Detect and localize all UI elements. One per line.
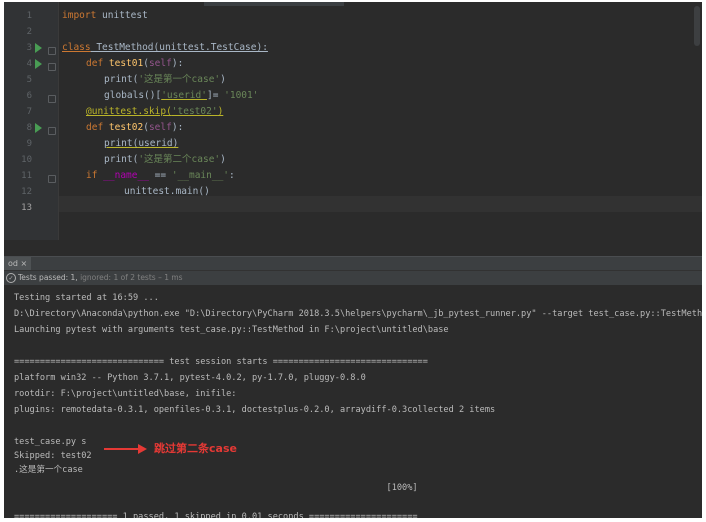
string-literal: '__main__': [171, 170, 230, 181]
run-tab-bar: od ×: [4, 256, 702, 271]
code-line-8: def test02(self):: [86, 120, 183, 136]
console-line: test_case.py s: [14, 437, 87, 447]
code-line-9: print(userid): [104, 136, 178, 152]
keyword: def: [86, 122, 104, 133]
test-status-text: Tests passed: 1, ignored: 1 of 2 tests –…: [18, 271, 183, 285]
console-line: plugins: remotedata-0.3.1, openfiles-0.3…: [14, 405, 496, 415]
console-line: ============================= test sessi…: [14, 357, 428, 367]
line-number: 2: [26, 27, 32, 37]
self-token: self: [148, 122, 172, 133]
console-line: Testing started at 16:59 ...: [14, 293, 159, 303]
run-tab[interactable]: od ×: [4, 257, 32, 271]
keyword: if: [86, 170, 98, 181]
run-test01-icon[interactable]: [35, 59, 42, 69]
keyword: class: [62, 42, 91, 53]
code-token: print(userid): [104, 138, 179, 149]
string-literal: '这是第二个case': [138, 154, 221, 165]
console-line: ==================== 1 passed, 1 skipped…: [14, 512, 418, 518]
function-name: test02: [103, 122, 144, 133]
code-token: print(: [104, 154, 139, 165]
console-line: [100%]: [14, 483, 418, 493]
editor-tab-strip: [204, 2, 344, 6]
line-number: 8: [26, 123, 32, 133]
console-line: Skipped: test02: [14, 451, 92, 461]
code-token: ):: [171, 122, 184, 133]
code-line-3: class TestMethod(unittest.TestCase):: [62, 40, 268, 56]
console-line: rootdir: F:\project\untitled\base, inifi…: [14, 389, 237, 399]
code-token: ):: [171, 58, 184, 69]
check-circle-icon: ✓: [6, 273, 16, 283]
code-token: ): [220, 154, 226, 165]
annotation-arrowhead: [138, 444, 147, 454]
code-token: print(: [104, 74, 139, 85]
fold-icon[interactable]: [48, 47, 56, 55]
code-line-6: globals()['userid']= '1001': [104, 88, 258, 104]
decorator: @unittest.skip(: [86, 106, 172, 117]
line-number: 11: [21, 171, 32, 181]
line-number: 1: [26, 11, 32, 21]
code-line-4: def test01(self):: [86, 56, 183, 72]
fold-icon[interactable]: [48, 127, 56, 135]
console-line: D:\Directory\Anaconda\python.exe "D:\Dir…: [14, 309, 702, 319]
tests-ignored-text: ignored: 1 of 2 tests – 1 ms: [80, 273, 183, 282]
code-line-1: import unittest: [62, 8, 148, 24]
run-console[interactable]: Testing started at 16:59 ... D:\Director…: [4, 285, 702, 518]
decorator: ): [217, 106, 224, 117]
code-token: TestMethod(unittest.TestCase):: [90, 42, 268, 53]
string-literal: 'test02': [171, 106, 218, 117]
line-number: 5: [26, 75, 32, 85]
line-number: 6: [26, 91, 32, 101]
string-literal: 'userid': [161, 90, 207, 101]
keyword: def: [86, 58, 104, 69]
code-line-11: if __name__ == '__main__':: [86, 168, 235, 184]
code-line-7: @unittest.skip('test02'): [86, 104, 223, 120]
code-token: ]=: [206, 90, 225, 101]
string-literal: '这是第一个case': [138, 74, 221, 85]
code-token: globals()[: [104, 90, 162, 101]
magic-name: __name__: [97, 170, 149, 181]
run-class-icon[interactable]: [35, 43, 42, 53]
function-name: test01: [103, 58, 144, 69]
line-number: 12: [21, 187, 32, 197]
code-line-5: print('这是第一个case'): [104, 72, 226, 88]
ide-window: 1 2 3 4 5 6 7 8 9 10 11 12 13 import uni…: [4, 2, 702, 518]
code-token: unittest: [96, 10, 148, 21]
tests-passed-text: Tests passed: 1,: [18, 273, 81, 282]
code-token: ): [220, 74, 226, 85]
line-number: 10: [21, 155, 32, 165]
annotation-label: 跳过第二条case: [154, 442, 237, 455]
fold-icon[interactable]: [48, 95, 56, 103]
line-number: 7: [26, 107, 32, 117]
editor-gutter: 1 2 3 4 5 6 7 8 9 10 11 12 13: [4, 2, 59, 240]
line-number: 4: [26, 59, 32, 69]
run-test02-icon[interactable]: [35, 123, 42, 133]
self-token: self: [148, 58, 172, 69]
code-token: ==: [148, 170, 172, 181]
line-number: 13: [21, 203, 32, 213]
console-line: platform win32 -- Python 3.7.1, pytest-4…: [14, 373, 366, 383]
annotation-arrow: [104, 448, 140, 450]
keyword: import: [62, 10, 97, 21]
editor-scrollbar[interactable]: [694, 6, 700, 46]
code-token: unittest.main(): [124, 186, 210, 197]
fold-icon[interactable]: [48, 63, 56, 71]
code-token: :: [229, 170, 235, 181]
code-editor[interactable]: 1 2 3 4 5 6 7 8 9 10 11 12 13 import uni…: [4, 2, 702, 240]
line-number: 3: [26, 43, 32, 53]
string-literal: '1001': [224, 90, 259, 101]
code-line-10: print('这是第二个case'): [104, 152, 226, 168]
line-number: 9: [26, 139, 32, 149]
console-line: Launching pytest with arguments test_cas…: [14, 325, 449, 335]
console-line: .这是第一个case: [14, 465, 83, 475]
fold-icon[interactable]: [48, 175, 56, 183]
test-status-bar: ✓ Tests passed: 1, ignored: 1 of 2 tests…: [4, 270, 702, 286]
code-line-12: unittest.main(): [124, 184, 210, 200]
